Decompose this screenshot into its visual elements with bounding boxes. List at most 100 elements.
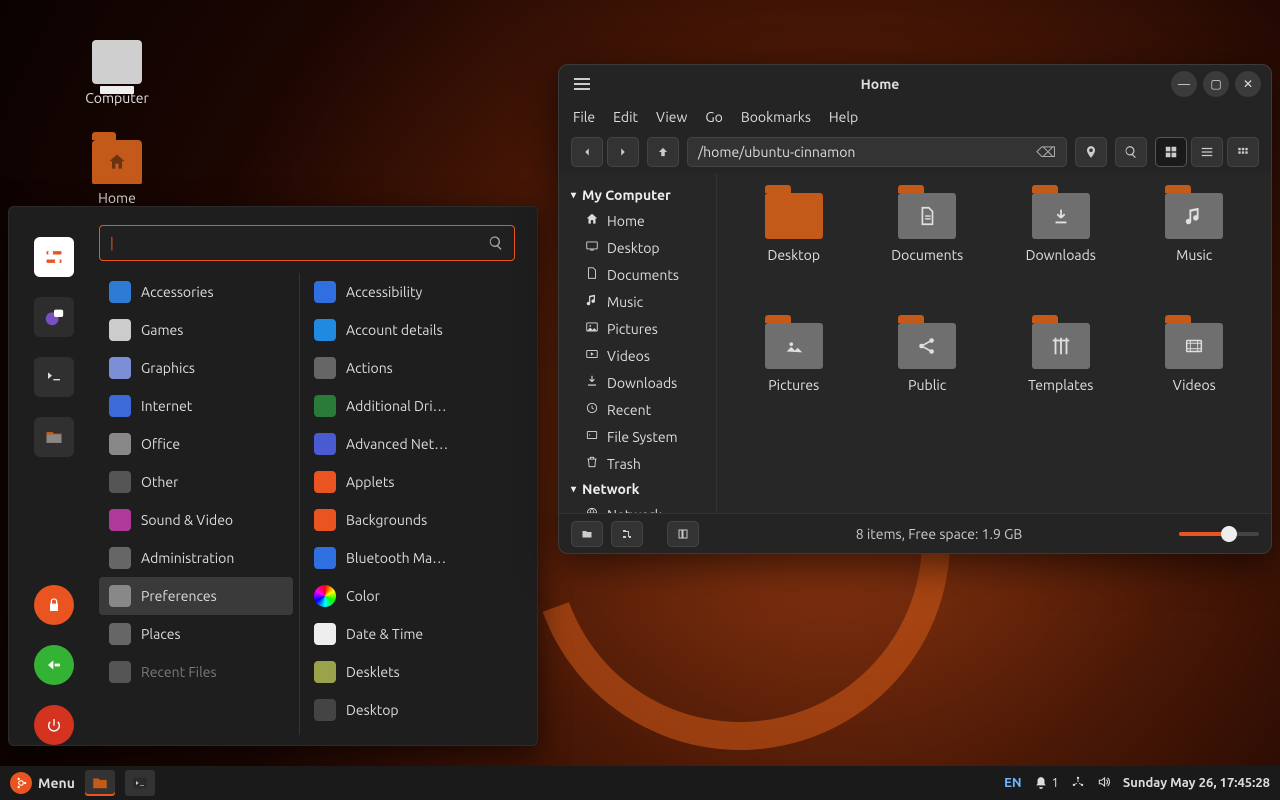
sidebar-item-icon: [585, 320, 599, 337]
category-item[interactable]: Administration: [99, 539, 293, 577]
preference-item[interactable]: Date & Time: [304, 615, 523, 653]
folder-item[interactable]: Desktop: [727, 193, 861, 313]
preference-item[interactable]: Applets: [304, 463, 523, 501]
folder-item[interactable]: Templates: [994, 323, 1128, 443]
category-icon: [109, 433, 131, 455]
nav-up-button[interactable]: [647, 137, 679, 167]
folder-item[interactable]: Public: [861, 323, 995, 443]
task-terminal[interactable]: [125, 770, 155, 796]
category-item[interactable]: Accessories: [99, 273, 293, 311]
sidebar-section[interactable]: ▾My Computer: [563, 183, 712, 207]
sidebar-item[interactable]: Downloads: [563, 369, 712, 396]
rail-settings-icon[interactable]: [34, 237, 74, 277]
menu-help[interactable]: Help: [829, 109, 858, 125]
rail-power-button[interactable]: [34, 705, 74, 745]
desktop-icon-computer[interactable]: Computer: [62, 40, 172, 106]
maximize-button[interactable]: ▢: [1203, 71, 1229, 97]
category-item[interactable]: Places: [99, 615, 293, 653]
preference-item[interactable]: Desklets: [304, 653, 523, 691]
network-indicator[interactable]: [1071, 775, 1085, 792]
view-list-button[interactable]: [1191, 137, 1223, 167]
category-item[interactable]: Recent Files: [99, 653, 293, 691]
preference-item[interactable]: Additional Dri…: [304, 387, 523, 425]
sidebar-item[interactable]: Documents: [563, 261, 712, 288]
hamburger-icon[interactable]: [569, 71, 595, 97]
sidebar-item[interactable]: Trash: [563, 450, 712, 477]
sidebar-item[interactable]: Desktop: [563, 234, 712, 261]
menu-edit[interactable]: Edit: [613, 109, 638, 125]
zoom-slider[interactable]: [1179, 532, 1259, 536]
folder-label: Downloads: [1026, 247, 1096, 263]
sidebar-section[interactable]: ▾Network: [563, 477, 712, 501]
sidebar-item[interactable]: Network: [563, 501, 712, 513]
location-button[interactable]: [1075, 137, 1107, 167]
category-item[interactable]: Office: [99, 425, 293, 463]
search-button[interactable]: [1115, 137, 1147, 167]
status-tree-button[interactable]: [611, 521, 643, 547]
sidebar-item[interactable]: Music: [563, 288, 712, 315]
preference-item[interactable]: Accessibility: [304, 273, 523, 311]
menu-bookmarks[interactable]: Bookmarks: [741, 109, 811, 125]
taskbar-panel: Menu EN 1 Sunday May 26, 17:45:28: [0, 766, 1280, 800]
category-item[interactable]: Internet: [99, 387, 293, 425]
sidebar-item[interactable]: Home: [563, 207, 712, 234]
window-titlebar[interactable]: Home — ▢ ✕: [559, 65, 1271, 103]
category-item[interactable]: Sound & Video: [99, 501, 293, 539]
start-menu-search[interactable]: |: [99, 225, 515, 261]
preference-icon: [314, 585, 336, 607]
nav-forward-button[interactable]: [607, 137, 639, 167]
rail-files-icon[interactable]: [34, 417, 74, 457]
preference-item[interactable]: Color: [304, 577, 523, 615]
clock[interactable]: Sunday May 26, 17:45:28: [1123, 776, 1270, 790]
rail-lock-button[interactable]: [34, 585, 74, 625]
folder-item[interactable]: Pictures: [727, 323, 861, 443]
category-label: Office: [141, 436, 180, 452]
nav-back-button[interactable]: [571, 137, 603, 167]
folder-item[interactable]: Videos: [1128, 323, 1262, 443]
path-bar[interactable]: /home/ubuntu-cinnamon ⌫: [687, 137, 1067, 167]
category-icon: [109, 509, 131, 531]
clear-path-icon[interactable]: ⌫: [1036, 144, 1056, 161]
preference-item[interactable]: Backgrounds: [304, 501, 523, 539]
preference-icon: [314, 661, 336, 683]
keyboard-layout-indicator[interactable]: EN: [1004, 776, 1021, 790]
menu-button[interactable]: Menu: [10, 772, 75, 794]
rail-chat-icon[interactable]: [34, 297, 74, 337]
status-sidebar-toggle[interactable]: [667, 521, 699, 547]
sidebar-item[interactable]: File System: [563, 423, 712, 450]
rail-logout-button[interactable]: [34, 645, 74, 685]
preference-item[interactable]: Advanced Net…: [304, 425, 523, 463]
sidebar-item[interactable]: Recent: [563, 396, 712, 423]
preference-item[interactable]: Account details: [304, 311, 523, 349]
folder-item[interactable]: Documents: [861, 193, 995, 313]
status-places-button[interactable]: [571, 521, 603, 547]
category-item[interactable]: Preferences: [99, 577, 293, 615]
volume-indicator[interactable]: [1097, 775, 1111, 792]
category-item[interactable]: Graphics: [99, 349, 293, 387]
category-label: Preferences: [141, 588, 217, 604]
category-item[interactable]: Games: [99, 311, 293, 349]
preference-item[interactable]: Bluetooth Ma…: [304, 539, 523, 577]
sidebar-item-label: Documents: [607, 267, 679, 283]
menu-view[interactable]: View: [656, 109, 687, 125]
sidebar-item-icon: [585, 401, 599, 418]
minimize-button[interactable]: —: [1171, 71, 1197, 97]
menu-go[interactable]: Go: [705, 109, 722, 125]
sidebar-item[interactable]: Pictures: [563, 315, 712, 342]
desktop-icon-home[interactable]: Home: [62, 140, 172, 206]
category-item[interactable]: Other: [99, 463, 293, 501]
sidebar-item[interactable]: Videos: [563, 342, 712, 369]
preference-label: Desklets: [346, 664, 400, 680]
folder-item[interactable]: Downloads: [994, 193, 1128, 313]
view-grid-button[interactable]: [1155, 137, 1187, 167]
preference-item[interactable]: Desktop: [304, 691, 523, 729]
folder-item[interactable]: Music: [1128, 193, 1262, 313]
rail-terminal-icon[interactable]: [34, 357, 74, 397]
notifications-indicator[interactable]: 1: [1034, 776, 1059, 790]
close-button[interactable]: ✕: [1235, 71, 1261, 97]
menu-file[interactable]: File: [573, 109, 595, 125]
preference-item[interactable]: Actions: [304, 349, 523, 387]
task-files[interactable]: [85, 770, 115, 796]
view-compact-button[interactable]: [1227, 137, 1259, 167]
search-input[interactable]: [118, 235, 488, 251]
